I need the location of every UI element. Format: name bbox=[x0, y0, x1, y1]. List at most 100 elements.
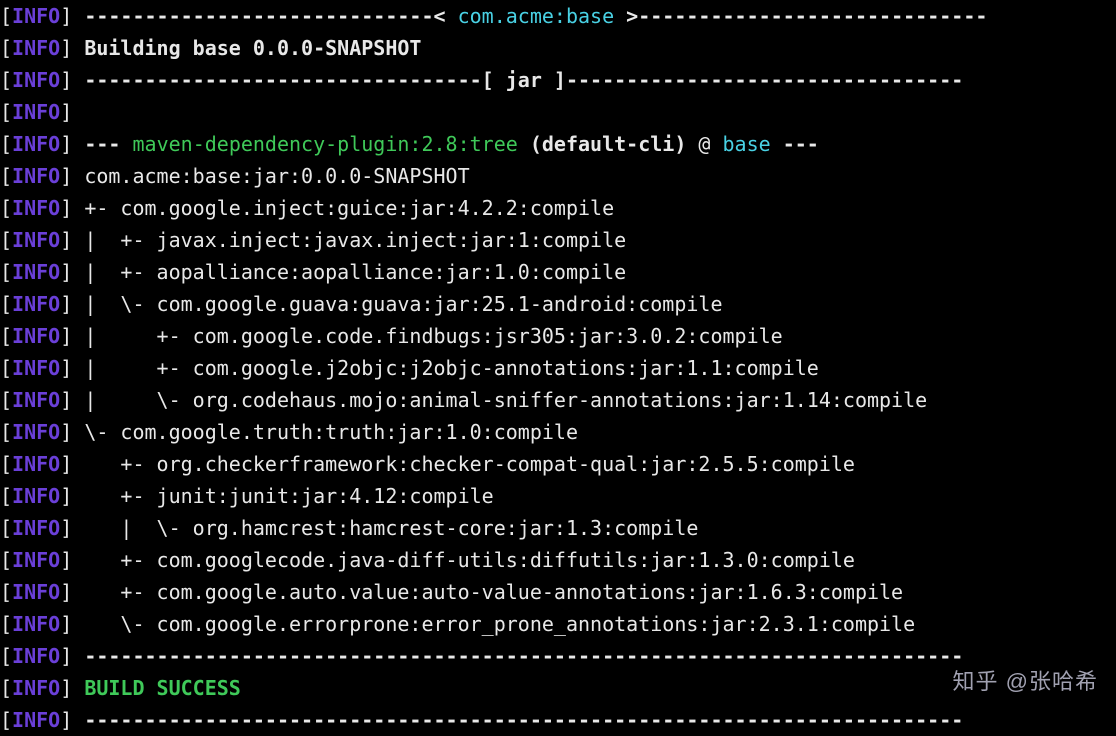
dependency-node: | +- com.google.code.findbugs:jsr305:jar… bbox=[84, 324, 782, 348]
log-level: INFO bbox=[12, 548, 60, 572]
log-content: | +- com.google.j2objc:j2objc-annotation… bbox=[84, 356, 819, 380]
bracket-open: [ bbox=[0, 516, 12, 540]
log-line: [INFO] +- com.google.inject:guice:jar:4.… bbox=[0, 192, 1116, 224]
log-line: [INFO] | +- com.google.j2objc:j2objc-ann… bbox=[0, 352, 1116, 384]
bracket-open: [ bbox=[0, 164, 12, 188]
watermark: 知乎 @张哈希 bbox=[953, 666, 1098, 698]
bracket-close: ] bbox=[60, 676, 72, 700]
dependency-node: | +- aopalliance:aopalliance:jar:1.0:com… bbox=[84, 260, 626, 284]
log-line: [INFO] +- com.google.auto.value:auto-val… bbox=[0, 576, 1116, 608]
log-level: INFO bbox=[12, 580, 60, 604]
dependency-node: \- com.google.errorprone:error_prone_ann… bbox=[84, 612, 915, 636]
log-line: [INFO] ---------------------------------… bbox=[0, 64, 1116, 96]
log-content: --- maven-dependency-plugin:2.8:tree (de… bbox=[84, 132, 819, 156]
dependency-node: | \- org.hamcrest:hamcrest-core:jar:1.3:… bbox=[84, 516, 698, 540]
log-content: +- org.checkerframework:checker-compat-q… bbox=[84, 452, 855, 476]
bracket-open: [ bbox=[0, 68, 12, 92]
dependency-node: | \- org.codehaus.mojo:animal-sniffer-an… bbox=[84, 388, 927, 412]
dependency-node: com.acme:base:jar:0.0.0-SNAPSHOT bbox=[84, 164, 469, 188]
rule-text: -----------------------------< bbox=[84, 4, 457, 28]
bracket-close: ] bbox=[60, 580, 72, 604]
build-success: BUILD SUCCESS bbox=[84, 676, 241, 700]
bracket-close: ] bbox=[60, 4, 72, 28]
bracket-open: [ bbox=[0, 228, 12, 252]
module-name: base bbox=[723, 132, 771, 156]
log-line: [INFO] --- maven-dependency-plugin:2.8:t… bbox=[0, 128, 1116, 160]
bracket-open: [ bbox=[0, 676, 12, 700]
packaging-line: ---------------------------------[ jar ]… bbox=[84, 68, 963, 92]
log-level: INFO bbox=[12, 484, 60, 508]
bracket-open: [ bbox=[0, 324, 12, 348]
log-line: [INFO] \- com.google.errorprone:error_pr… bbox=[0, 608, 1116, 640]
log-level: INFO bbox=[12, 36, 60, 60]
log-line: [INFO] ---------------------------------… bbox=[0, 640, 1116, 672]
dependency-node: +- com.google.auto.value:auto-value-anno… bbox=[84, 580, 903, 604]
dependency-node: +- junit:junit:jar:4.12:compile bbox=[84, 484, 493, 508]
log-line: [INFO] +- junit:junit:jar:4.12:compile bbox=[0, 480, 1116, 512]
bracket-close: ] bbox=[60, 484, 72, 508]
log-content: +- com.google.auto.value:auto-value-anno… bbox=[84, 580, 903, 604]
log-level: INFO bbox=[12, 420, 60, 444]
bracket-close: ] bbox=[60, 100, 72, 124]
log-line: [INFO] com.acme:base:jar:0.0.0-SNAPSHOT bbox=[0, 160, 1116, 192]
log-content: BUILD SUCCESS bbox=[84, 676, 241, 700]
log-line: [INFO] -----------------------------< co… bbox=[0, 0, 1116, 32]
bracket-close: ] bbox=[60, 644, 72, 668]
bracket-open: [ bbox=[0, 548, 12, 572]
rule: ----------------------------------------… bbox=[84, 644, 963, 668]
rule-text: >----------------------------- bbox=[614, 4, 987, 28]
log-content: | +- aopalliance:aopalliance:jar:1.0:com… bbox=[84, 260, 626, 284]
log-line: [INFO] | +- aopalliance:aopalliance:jar:… bbox=[0, 256, 1116, 288]
bracket-close: ] bbox=[60, 324, 72, 348]
log-line: [INFO] \- com.google.truth:truth:jar:1.0… bbox=[0, 416, 1116, 448]
bracket-close: ] bbox=[60, 196, 72, 220]
log-content: | +- javax.inject:javax.inject:jar:1:com… bbox=[84, 228, 626, 252]
bracket-close: ] bbox=[60, 708, 72, 732]
bracket-close: ] bbox=[60, 548, 72, 572]
bracket-open: [ bbox=[0, 484, 12, 508]
bracket-open: [ bbox=[0, 644, 12, 668]
log-level: INFO bbox=[12, 164, 60, 188]
bracket-open: [ bbox=[0, 4, 12, 28]
log-content: +- com.googlecode.java-diff-utils:diffut… bbox=[84, 548, 855, 572]
bracket-open: [ bbox=[0, 132, 12, 156]
bracket-open: [ bbox=[0, 356, 12, 380]
log-line: [INFO] bbox=[0, 96, 1116, 128]
log-level: INFO bbox=[12, 196, 60, 220]
log-line: [INFO] | +- com.google.code.findbugs:jsr… bbox=[0, 320, 1116, 352]
artifact-id: com.acme:base bbox=[458, 4, 615, 28]
log-level: INFO bbox=[12, 228, 60, 252]
bracket-open: [ bbox=[0, 708, 12, 732]
log-content: | +- com.google.code.findbugs:jsr305:jar… bbox=[84, 324, 782, 348]
dependency-node: \- com.google.truth:truth:jar:1.0:compil… bbox=[84, 420, 578, 444]
bracket-open: [ bbox=[0, 580, 12, 604]
log-line: [INFO] | \- org.hamcrest:hamcrest-core:j… bbox=[0, 512, 1116, 544]
log-level: INFO bbox=[12, 292, 60, 316]
bracket-open: [ bbox=[0, 100, 12, 124]
log-level: INFO bbox=[12, 260, 60, 284]
dependency-node: | +- com.google.j2objc:j2objc-annotation… bbox=[84, 356, 819, 380]
bracket-open: [ bbox=[0, 452, 12, 476]
log-level: INFO bbox=[12, 676, 60, 700]
bracket-open: [ bbox=[0, 388, 12, 412]
log-line: [INFO] Building base 0.0.0-SNAPSHOT bbox=[0, 32, 1116, 64]
bracket-open: [ bbox=[0, 420, 12, 444]
log-content: \- com.google.errorprone:error_prone_ann… bbox=[84, 612, 915, 636]
log-level: INFO bbox=[12, 356, 60, 380]
bracket-open: [ bbox=[0, 260, 12, 284]
bracket-close: ] bbox=[60, 356, 72, 380]
bracket-close: ] bbox=[60, 36, 72, 60]
log-content: | \- org.codehaus.mojo:animal-sniffer-an… bbox=[84, 388, 927, 412]
log-level: INFO bbox=[12, 68, 60, 92]
building-text: Building base 0.0.0-SNAPSHOT bbox=[84, 36, 421, 60]
bracket-close: ] bbox=[60, 612, 72, 636]
log-content: | \- org.hamcrest:hamcrest-core:jar:1.3:… bbox=[84, 516, 698, 540]
dependency-node: | +- javax.inject:javax.inject:jar:1:com… bbox=[84, 228, 626, 252]
dash: --- bbox=[771, 132, 819, 156]
log-line: [INFO] ---------------------------------… bbox=[0, 704, 1116, 736]
log-content: -----------------------------< com.acme:… bbox=[84, 4, 987, 28]
log-level: INFO bbox=[12, 708, 60, 732]
log-level: INFO bbox=[12, 452, 60, 476]
at-sign: @ bbox=[698, 132, 722, 156]
bracket-close: ] bbox=[60, 260, 72, 284]
